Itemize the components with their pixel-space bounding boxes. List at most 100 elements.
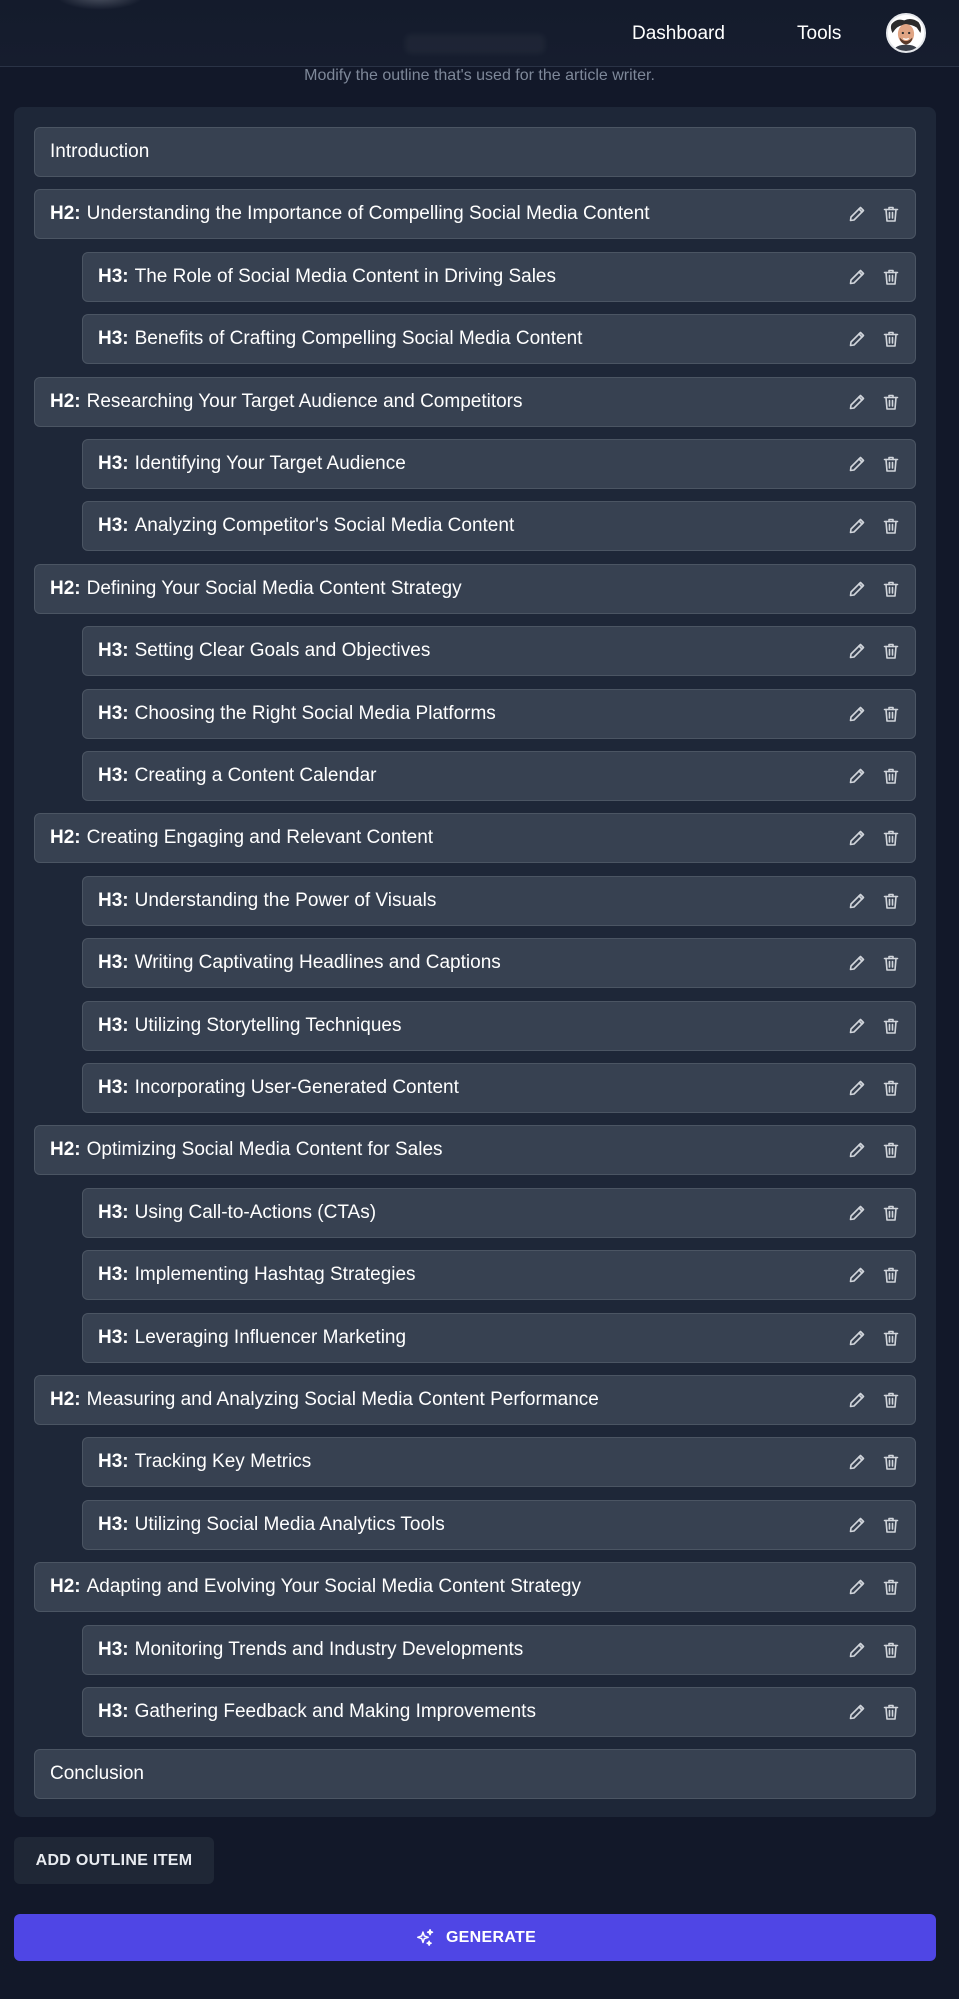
pencil-icon[interactable] [847,891,867,911]
trash-icon[interactable] [881,267,901,287]
outline-item-label: Utilizing Social Media Analytics Tools [134,1514,445,1535]
header-ghost [405,34,545,54]
trash-icon[interactable] [881,1078,901,1098]
pencil-icon[interactable] [847,392,867,412]
trash-icon[interactable] [881,1577,901,1597]
outline-item-label: Choosing the Right Social Media Platform… [134,703,496,724]
trash-icon[interactable] [881,1140,901,1160]
pencil-icon[interactable] [847,828,867,848]
trash-icon[interactable] [881,953,901,973]
outline-item-h3[interactable]: H3: Analyzing Competitor's Social Media C… [82,501,916,551]
pencil-icon[interactable] [847,953,867,973]
heading-level-tag: H3: [98,266,129,287]
trash-icon[interactable] [881,516,901,536]
avatar[interactable] [886,13,926,53]
outline-item-h3[interactable]: H3: Choosing the Right Social Media Platf… [82,689,916,739]
outline-item-h2[interactable]: H2: Researching Your Target Audience and … [34,377,916,427]
trash-icon[interactable] [881,392,901,412]
outline-item-h3[interactable]: H3: Setting Clear Goals and Objectives [82,626,916,676]
pencil-icon[interactable] [847,1452,867,1472]
outline-item-actions [847,1515,901,1535]
pencil-icon[interactable] [847,1640,867,1660]
heading-level-tag: H3: [98,952,129,973]
pencil-icon[interactable] [847,704,867,724]
pencil-icon[interactable] [847,766,867,786]
avatar-image [888,15,924,51]
outline-item-h3[interactable]: H3: Identifying Your Target Audience [82,439,916,489]
trash-icon[interactable] [881,1452,901,1472]
outline-item-actions [847,704,901,724]
trash-icon[interactable] [881,1265,901,1285]
pencil-icon[interactable] [847,1702,867,1722]
pencil-icon[interactable] [847,1016,867,1036]
outline-item-h2[interactable]: H2: Adapting and Evolving Your Social Med… [34,1562,916,1612]
outline-item-text: H3: Utilizing Storytelling Techniques [98,1002,401,1050]
trash-icon[interactable] [881,891,901,911]
pencil-icon[interactable] [847,1140,867,1160]
outline-item-actions [847,454,901,474]
nav-dashboard-link[interactable]: Dashboard [632,22,725,46]
pencil-icon[interactable] [847,1577,867,1597]
outline-item-h3[interactable]: H3: Writing Captivating Headlines and Cap… [82,938,916,988]
trash-icon[interactable] [881,828,901,848]
pencil-icon[interactable] [847,329,867,349]
outline-item-h2[interactable]: H2: Creating Engaging and Relevant Conten… [34,813,916,863]
trash-icon[interactable] [881,329,901,349]
outline-item-h3[interactable]: H3: Tracking Key Metrics [82,1437,916,1487]
add-outline-item-button[interactable]: ADD OUTLINE ITEM [14,1837,214,1884]
pencil-icon[interactable] [847,1078,867,1098]
trash-icon[interactable] [881,1515,901,1535]
outline-item-h3[interactable]: H3: Understanding the Power of Visuals [82,876,916,926]
trash-icon[interactable] [881,1328,901,1348]
outline-item-actions [847,1452,901,1472]
outline-item[interactable]: Conclusion [34,1749,916,1799]
outline-item-h2[interactable]: H2: Measuring and Analyzing Social Media … [34,1375,916,1425]
trash-icon[interactable] [881,704,901,724]
outline-item-h2[interactable]: H2: Optimizing Social Media Content for S… [34,1125,916,1175]
pencil-icon[interactable] [847,641,867,661]
outline-item-h3[interactable]: H3: Monitoring Trends and Industry Develo… [82,1625,916,1675]
pencil-icon[interactable] [847,454,867,474]
pencil-icon[interactable] [847,579,867,599]
trash-icon[interactable] [881,579,901,599]
trash-icon[interactable] [881,1203,901,1223]
pencil-icon[interactable] [847,267,867,287]
trash-icon[interactable] [881,1390,901,1410]
outline-item-h3[interactable]: H3: Utilizing Storytelling Techniques [82,1001,916,1051]
outline-item-h3[interactable]: H3: Leveraging Influencer Marketing [82,1313,916,1363]
heading-level-tag: H3: [98,1015,129,1036]
outline-item-h3[interactable]: H3: Using Call-to-Actions (CTAs) [82,1188,916,1238]
pencil-icon[interactable] [847,1515,867,1535]
nav-tools-link[interactable]: Tools [797,22,841,46]
trash-icon[interactable] [881,204,901,224]
trash-icon[interactable] [881,1640,901,1660]
outline-item-label: Understanding the Importance of Compelli… [86,203,650,224]
outline-item-h2[interactable]: H2: Defining Your Social Media Content St… [34,564,916,614]
outline-item-label: Defining Your Social Media Content Strat… [86,578,462,599]
outline-item-h3[interactable]: H3: Utilizing Social Media Analytics Tool… [82,1500,916,1550]
outline-item-h2[interactable]: H2: Understanding the Importance of Compe… [34,189,916,239]
trash-icon[interactable] [881,1016,901,1036]
outline-item-h3[interactable]: H3: Implementing Hashtag Strategies [82,1250,916,1300]
pencil-icon[interactable] [847,204,867,224]
pencil-icon[interactable] [847,1265,867,1285]
generate-button[interactable]: GENERATE [14,1914,936,1961]
heading-level-tag: H3: [98,1264,129,1285]
outline-item-h3[interactable]: H3: The Role of Social Media Content in D… [82,252,916,302]
outline-item-h3[interactable]: H3: Benefits of Crafting Compelling Socia… [82,314,916,364]
outline-item-label: Benefits of Crafting Compelling Social M… [134,328,583,349]
pencil-icon[interactable] [847,1390,867,1410]
trash-icon[interactable] [881,454,901,474]
trash-icon[interactable] [881,1702,901,1722]
outline-item-h3[interactable]: H3: Incorporating User-Generated Content [82,1063,916,1113]
trash-icon[interactable] [881,766,901,786]
outline-item-actions [847,1390,901,1410]
outline-item-label: Optimizing Social Media Content for Sale… [86,1139,443,1160]
outline-item[interactable]: Introduction [34,127,916,177]
outline-item-h3[interactable]: H3: Creating a Content Calendar [82,751,916,801]
trash-icon[interactable] [881,641,901,661]
pencil-icon[interactable] [847,516,867,536]
outline-item-h3[interactable]: H3: Gathering Feedback and Making Improve… [82,1687,916,1737]
pencil-icon[interactable] [847,1203,867,1223]
pencil-icon[interactable] [847,1328,867,1348]
